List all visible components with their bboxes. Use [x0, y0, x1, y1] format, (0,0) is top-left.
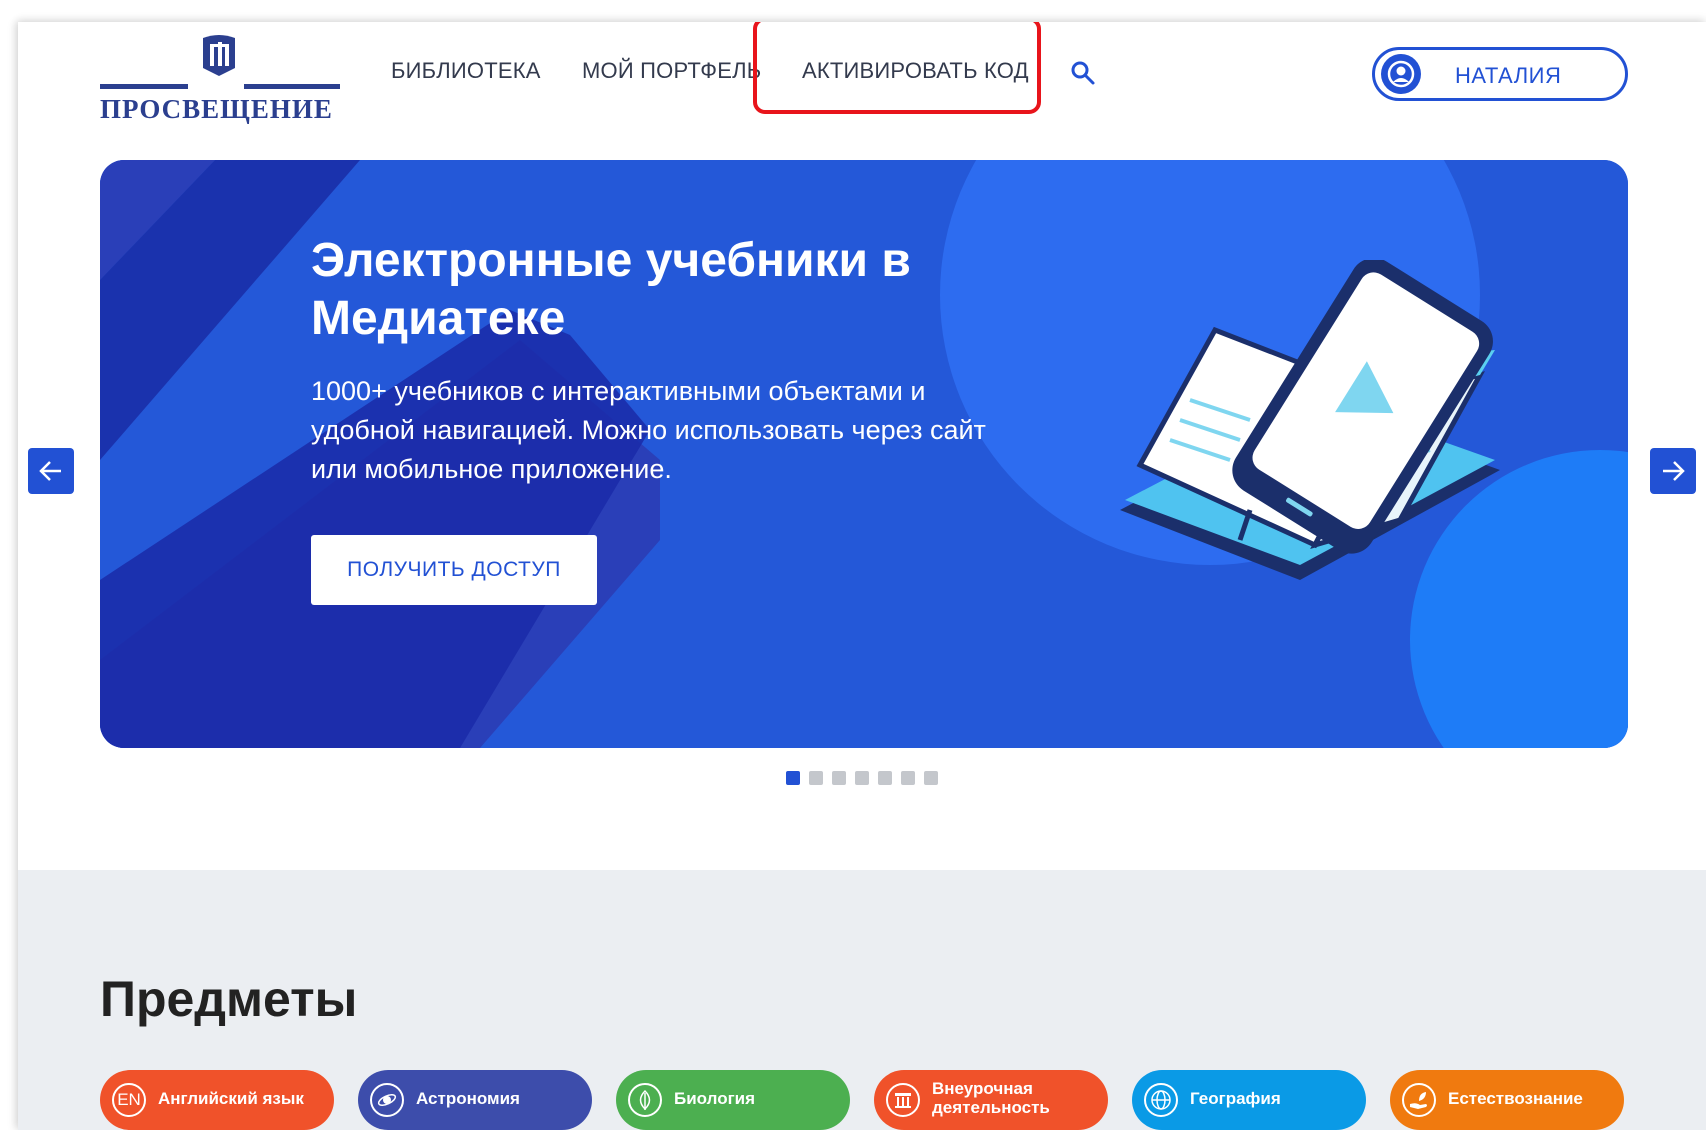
get-access-button[interactable]: ПОЛУЧИТЬ ДОСТУП: [311, 535, 597, 605]
subjects-title: Предметы: [100, 971, 358, 1027]
carousel-dot[interactable]: [855, 771, 869, 785]
carousel-dot[interactable]: [786, 771, 800, 785]
logo-text: ПРОСВЕЩЕНИЕ: [100, 94, 333, 124]
search-icon[interactable]: [1070, 60, 1096, 86]
globe-icon: [1144, 1083, 1178, 1117]
arrow-left-icon: [39, 461, 61, 481]
arrow-right-icon: [1663, 461, 1685, 481]
promo-banner: Электронные учебники в Медиатеке 1000+ у…: [100, 160, 1628, 748]
prosveshchenie-logo[interactable]: ПРОСВЕЩЕНИЕ: [100, 34, 340, 124]
leaf-icon: [628, 1083, 662, 1117]
subject-astronomy[interactable]: Астрономия: [358, 1070, 592, 1130]
subject-natural-science[interactable]: Естествознание: [1390, 1070, 1624, 1130]
nav-library[interactable]: БИБЛИОТЕКА: [391, 58, 541, 84]
carousel-dot[interactable]: [832, 771, 846, 785]
phone-book-illustration: [1120, 260, 1500, 580]
subject-english[interactable]: EN Английский язык: [100, 1070, 334, 1130]
carousel-dot[interactable]: [809, 771, 823, 785]
subject-label: Естествознание: [1448, 1089, 1583, 1108]
en-icon: EN: [112, 1083, 146, 1117]
logo-emblem-icon: [203, 35, 235, 76]
logo-line-right: [244, 84, 340, 89]
logo-line-left: [100, 84, 188, 89]
user-avatar-icon: [1381, 54, 1421, 94]
subject-extracurricular[interactable]: Внеурочная деятельность: [874, 1070, 1108, 1130]
page: ПРОСВЕЩЕНИЕ БИБЛИОТЕКА МОЙ ПОРТФЕЛЬ АКТИ…: [18, 22, 1706, 1130]
subject-geography[interactable]: География: [1132, 1070, 1366, 1130]
carousel-next-button[interactable]: [1650, 448, 1696, 494]
banner-title: Электронные учебники в Медиатеке: [311, 234, 911, 345]
subjects-section: Предметы EN Английский язык Астрономия Б…: [18, 870, 1706, 1130]
carousel-dot[interactable]: [878, 771, 892, 785]
subject-label: Астрономия: [416, 1089, 520, 1108]
column-icon: [886, 1083, 920, 1117]
carousel-dot[interactable]: [924, 771, 938, 785]
subject-label: Внеурочная деятельность: [932, 1079, 1050, 1117]
user-profile-button[interactable]: НАТАЛИЯ: [1372, 47, 1628, 101]
highlight-frame: [753, 22, 1041, 114]
subject-label: Биология: [674, 1089, 756, 1108]
user-name: НАТАЛИЯ: [1455, 63, 1562, 88]
astronomy-icon: [370, 1083, 404, 1117]
subject-label: Английский язык: [158, 1089, 304, 1108]
nav-my-portfolio[interactable]: МОЙ ПОРТФЕЛЬ: [582, 58, 761, 84]
plant-hand-icon: [1402, 1083, 1436, 1117]
carousel-prev-button[interactable]: [28, 448, 74, 494]
carousel-dot[interactable]: [901, 771, 915, 785]
carousel-pagination: [786, 771, 938, 785]
subject-label: География: [1190, 1089, 1281, 1108]
subject-biology[interactable]: Биология: [616, 1070, 850, 1130]
banner-description: 1000+ учебников с интерактивными объекта…: [311, 376, 986, 484]
